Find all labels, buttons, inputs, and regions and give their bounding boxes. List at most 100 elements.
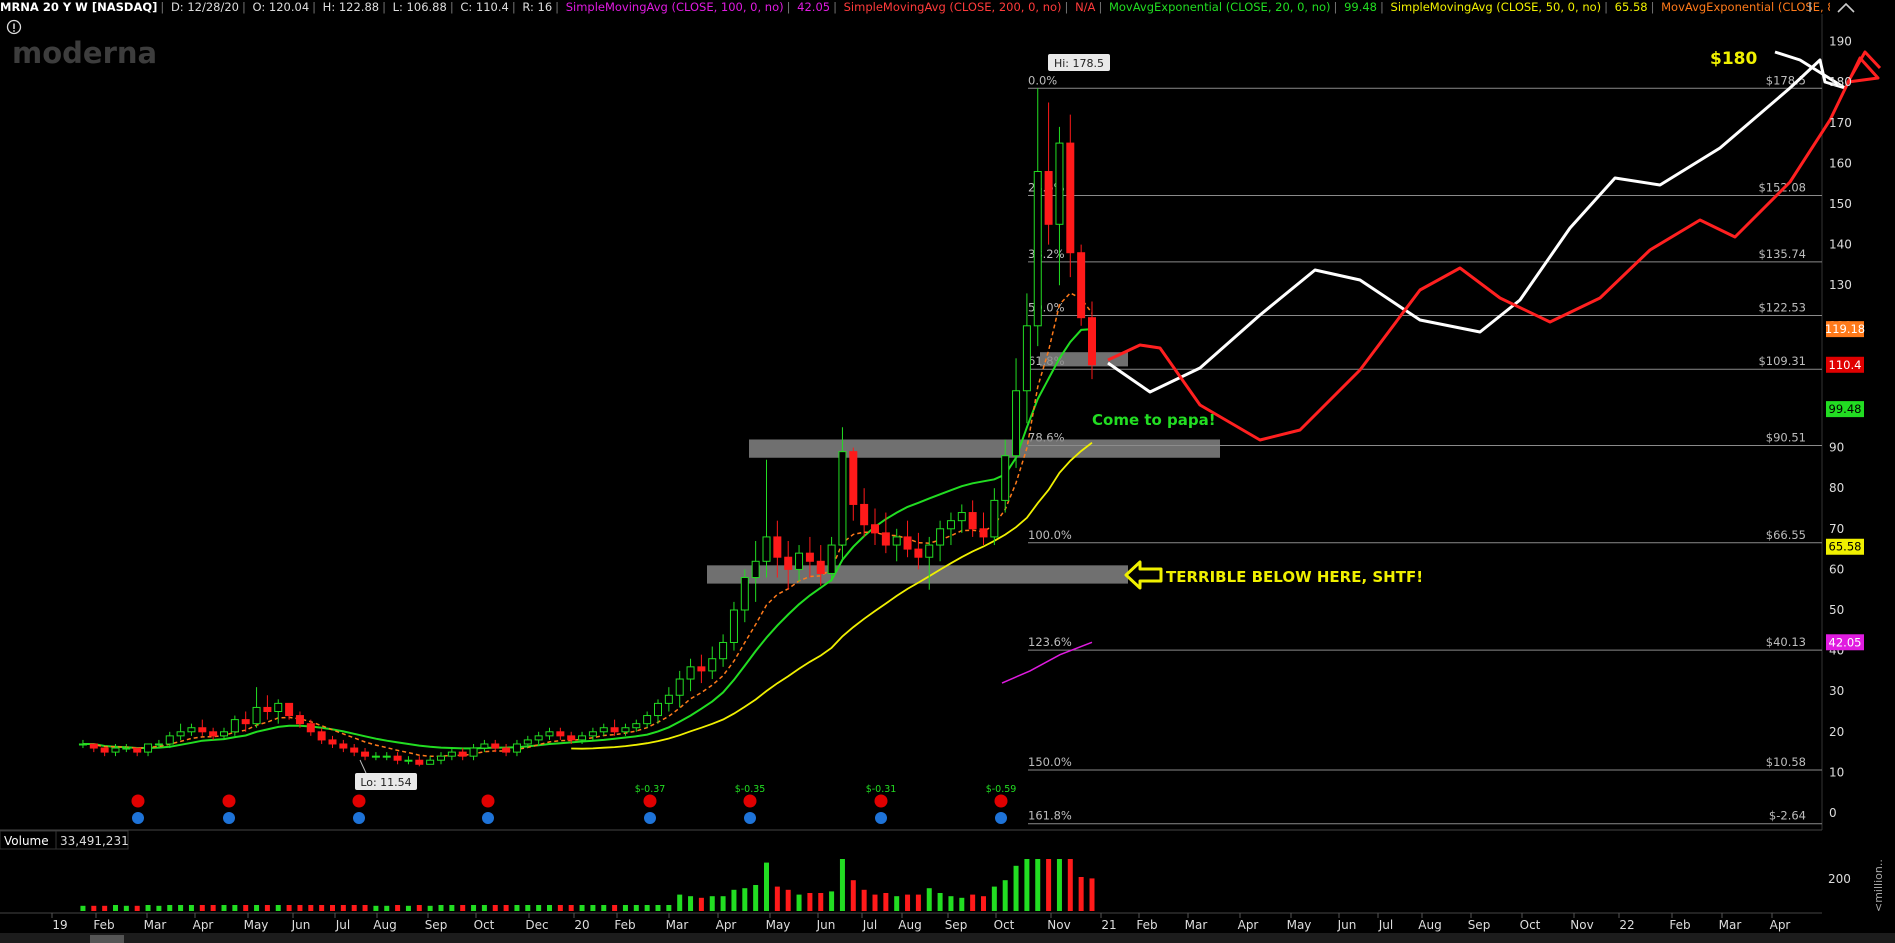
candle-body [230, 719, 239, 733]
volume-bar [384, 905, 390, 911]
candle-body [512, 743, 521, 753]
candle-body [599, 727, 608, 733]
candle-body [751, 560, 760, 579]
volume-bar [340, 905, 346, 911]
volume-bar [297, 905, 303, 911]
time-tick-label: Nov [1047, 918, 1070, 932]
candle-body [762, 536, 771, 562]
warning-arrow-icon [1124, 560, 1163, 590]
volume-bar [113, 905, 118, 911]
volume-bar [308, 905, 314, 911]
volume-bar [731, 889, 737, 911]
dividend-blue-icon [744, 812, 756, 824]
candle-body [100, 747, 109, 753]
candle-body [860, 503, 869, 526]
volume-bar [926, 888, 932, 911]
candle-body [708, 658, 717, 672]
time-tick-label: 22 [1619, 918, 1634, 932]
papa-annotation: Come to papa! [1092, 411, 1216, 429]
volume-bar [688, 896, 694, 911]
candle-body [241, 719, 250, 725]
volume-bar [167, 905, 173, 911]
candle-body [719, 641, 728, 660]
fib-price-label: $109.31 [1758, 354, 1806, 368]
earnings-red-icon [874, 794, 888, 808]
volume-bar [970, 894, 976, 911]
volume-bar [753, 885, 759, 911]
candle-body [295, 715, 304, 725]
candle-body [306, 723, 315, 733]
candle-body [675, 678, 684, 696]
volume-bar [774, 886, 780, 911]
candle-body [816, 560, 825, 574]
candle-body [382, 755, 391, 758]
volume-bar [330, 905, 335, 911]
time-tick-label: Sep [425, 918, 448, 932]
candle-body [784, 556, 793, 570]
candle-body [393, 755, 402, 761]
fib-price-label: $66.55 [1766, 528, 1806, 542]
candle-body [610, 727, 619, 733]
candle-body [545, 731, 554, 737]
volume-bar [492, 905, 498, 911]
time-tick-label: Apr [1238, 918, 1259, 932]
candle-body [89, 743, 98, 749]
volume-axis-label: <million.. [1872, 859, 1885, 912]
time-tick-label: Sep [945, 918, 968, 932]
volume-bar [785, 889, 791, 911]
price-tick-label: 150 [1829, 197, 1852, 211]
volume-bar [254, 905, 260, 911]
settings-icon[interactable] [1837, 2, 1855, 13]
time-tick-label: Feb [614, 918, 635, 932]
volume-bar [666, 905, 672, 911]
candle-body [654, 702, 662, 717]
time-tick-label: Aug [1418, 918, 1441, 932]
time-tick-label: Feb [1136, 918, 1157, 932]
support-zone [707, 565, 1128, 584]
scrollbar-thumb[interactable] [90, 935, 124, 943]
volume-bar [557, 905, 563, 911]
time-tick-label: Mar [1719, 918, 1742, 932]
time-tick-label: Mar [144, 918, 167, 932]
fib-price-label: $-2.64 [1769, 809, 1806, 823]
price-badge-label: 110.4 [1829, 358, 1862, 372]
horizontal-scrollbar[interactable] [0, 933, 1895, 943]
earnings-value-label: $-0.37 [635, 784, 666, 795]
candle-body [350, 747, 359, 753]
volume-bar [286, 905, 292, 911]
price-tick-label: 90 [1829, 441, 1844, 455]
fib-pct-label: 100.0% [1028, 528, 1072, 542]
earnings-red-icon [481, 794, 495, 808]
candle-body [361, 751, 370, 757]
volume-bar [622, 905, 628, 911]
candle-body [632, 723, 641, 729]
candle-body [849, 451, 858, 505]
time-tick-label: Jul [1378, 918, 1393, 932]
time-tick-label: Mar [1185, 918, 1208, 932]
volume-bar [959, 897, 965, 911]
price-tick-label: 180 [1829, 75, 1852, 89]
volume-bar [275, 905, 281, 911]
volume-bar [818, 893, 824, 911]
chart-canvas[interactable]: moderna 0.0%$178.523.6%$152.0838.2%$135.… [0, 0, 1895, 943]
volume-bar [829, 891, 835, 911]
volume-bar [644, 905, 650, 911]
candle-body [697, 666, 706, 672]
volume-bar [243, 905, 249, 911]
candle-body [458, 751, 467, 757]
volume-bar [991, 886, 997, 911]
info-icon[interactable] [6, 19, 22, 35]
candle-body [491, 743, 500, 749]
candle-body [567, 735, 576, 741]
candle-body [773, 536, 782, 558]
volume-bar [178, 905, 184, 911]
fib-pct-label: 161.8% [1028, 809, 1072, 823]
earnings-markers: $-0.37 $-0.35 $-0.31 $-0.59 [131, 784, 1016, 824]
candle-body [578, 735, 587, 741]
candle-body [209, 731, 218, 737]
time-tick-label: May [1287, 918, 1312, 932]
candle-body [274, 702, 283, 713]
time-tick-label: Apr [193, 918, 214, 932]
price-tick-label: 170 [1829, 116, 1852, 130]
candle-body [1012, 390, 1021, 457]
